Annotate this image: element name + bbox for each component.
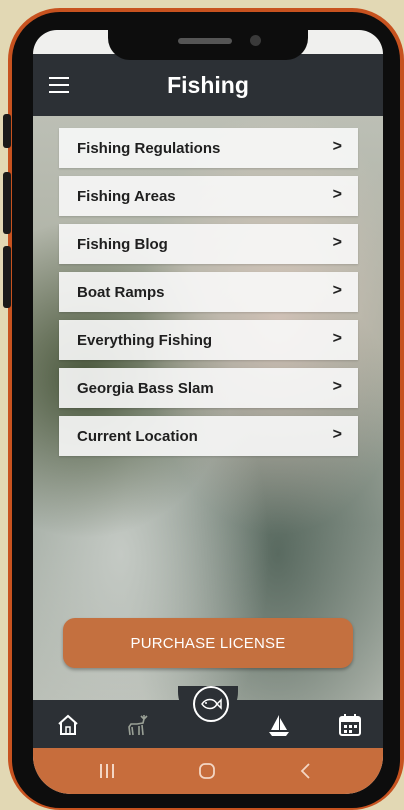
menu-item-current-location[interactable]: Current Location > bbox=[59, 416, 358, 456]
chevron-right-icon: > bbox=[332, 186, 342, 203]
page-title: Fishing bbox=[167, 72, 249, 98]
menu-list: Fishing Regulations > Fishing Areas > Fi… bbox=[59, 128, 358, 464]
menu-item-fishing-blog[interactable]: Fishing Blog > bbox=[59, 224, 358, 264]
android-nav-bar bbox=[33, 748, 383, 794]
phone-screen: Fishing Fishing Regulations > Fishing Ar… bbox=[33, 30, 383, 794]
menu-item-georgia-bass-slam[interactable]: Georgia Bass Slam > bbox=[59, 368, 358, 408]
phone-side-button bbox=[3, 246, 11, 308]
menu-item-label: Everything Fishing bbox=[77, 332, 213, 349]
chevron-right-icon: > bbox=[332, 234, 342, 251]
speaker-grille bbox=[178, 38, 232, 44]
chevron-right-icon: > bbox=[332, 138, 342, 155]
menu-item-boat-ramps[interactable]: Boat Ramps > bbox=[59, 272, 358, 312]
menu-item-label: Fishing Regulations bbox=[77, 140, 221, 157]
home-icon[interactable] bbox=[55, 712, 81, 738]
purchase-license-label: PURCHASE LICENSE bbox=[130, 635, 286, 652]
menu-item-fishing-regulations[interactable]: Fishing Regulations > bbox=[59, 128, 358, 168]
purchase-license-button[interactable]: PURCHASE LICENSE bbox=[63, 618, 353, 668]
recent-apps-icon[interactable] bbox=[99, 764, 115, 778]
fish-icon[interactable] bbox=[193, 686, 229, 722]
chevron-right-icon: > bbox=[332, 330, 342, 347]
phone-side-button bbox=[3, 114, 11, 148]
menu-item-label: Current Location bbox=[77, 428, 198, 445]
back-chevron-icon[interactable] bbox=[299, 763, 311, 779]
app-header: Fishing bbox=[33, 54, 383, 116]
phone-notch bbox=[108, 22, 308, 60]
menu-item-label: Georgia Bass Slam bbox=[77, 380, 214, 397]
phone-side-button bbox=[3, 172, 11, 234]
home-circle-icon[interactable] bbox=[198, 762, 216, 780]
deer-icon[interactable] bbox=[125, 712, 151, 738]
sailboat-icon[interactable] bbox=[266, 712, 292, 738]
chevron-right-icon: > bbox=[332, 282, 342, 299]
menu-item-fishing-areas[interactable]: Fishing Areas > bbox=[59, 176, 358, 216]
front-camera bbox=[250, 35, 261, 46]
menu-item-everything-fishing[interactable]: Everything Fishing > bbox=[59, 320, 358, 360]
menu-item-label: Boat Ramps bbox=[77, 284, 165, 301]
chevron-right-icon: > bbox=[332, 378, 342, 395]
calendar-icon[interactable] bbox=[337, 712, 363, 738]
background-photo: Fishing Regulations > Fishing Areas > Fi… bbox=[33, 116, 383, 700]
menu-item-label: Fishing Blog bbox=[77, 236, 168, 253]
menu-item-label: Fishing Areas bbox=[77, 188, 176, 205]
chevron-right-icon: > bbox=[332, 426, 342, 443]
